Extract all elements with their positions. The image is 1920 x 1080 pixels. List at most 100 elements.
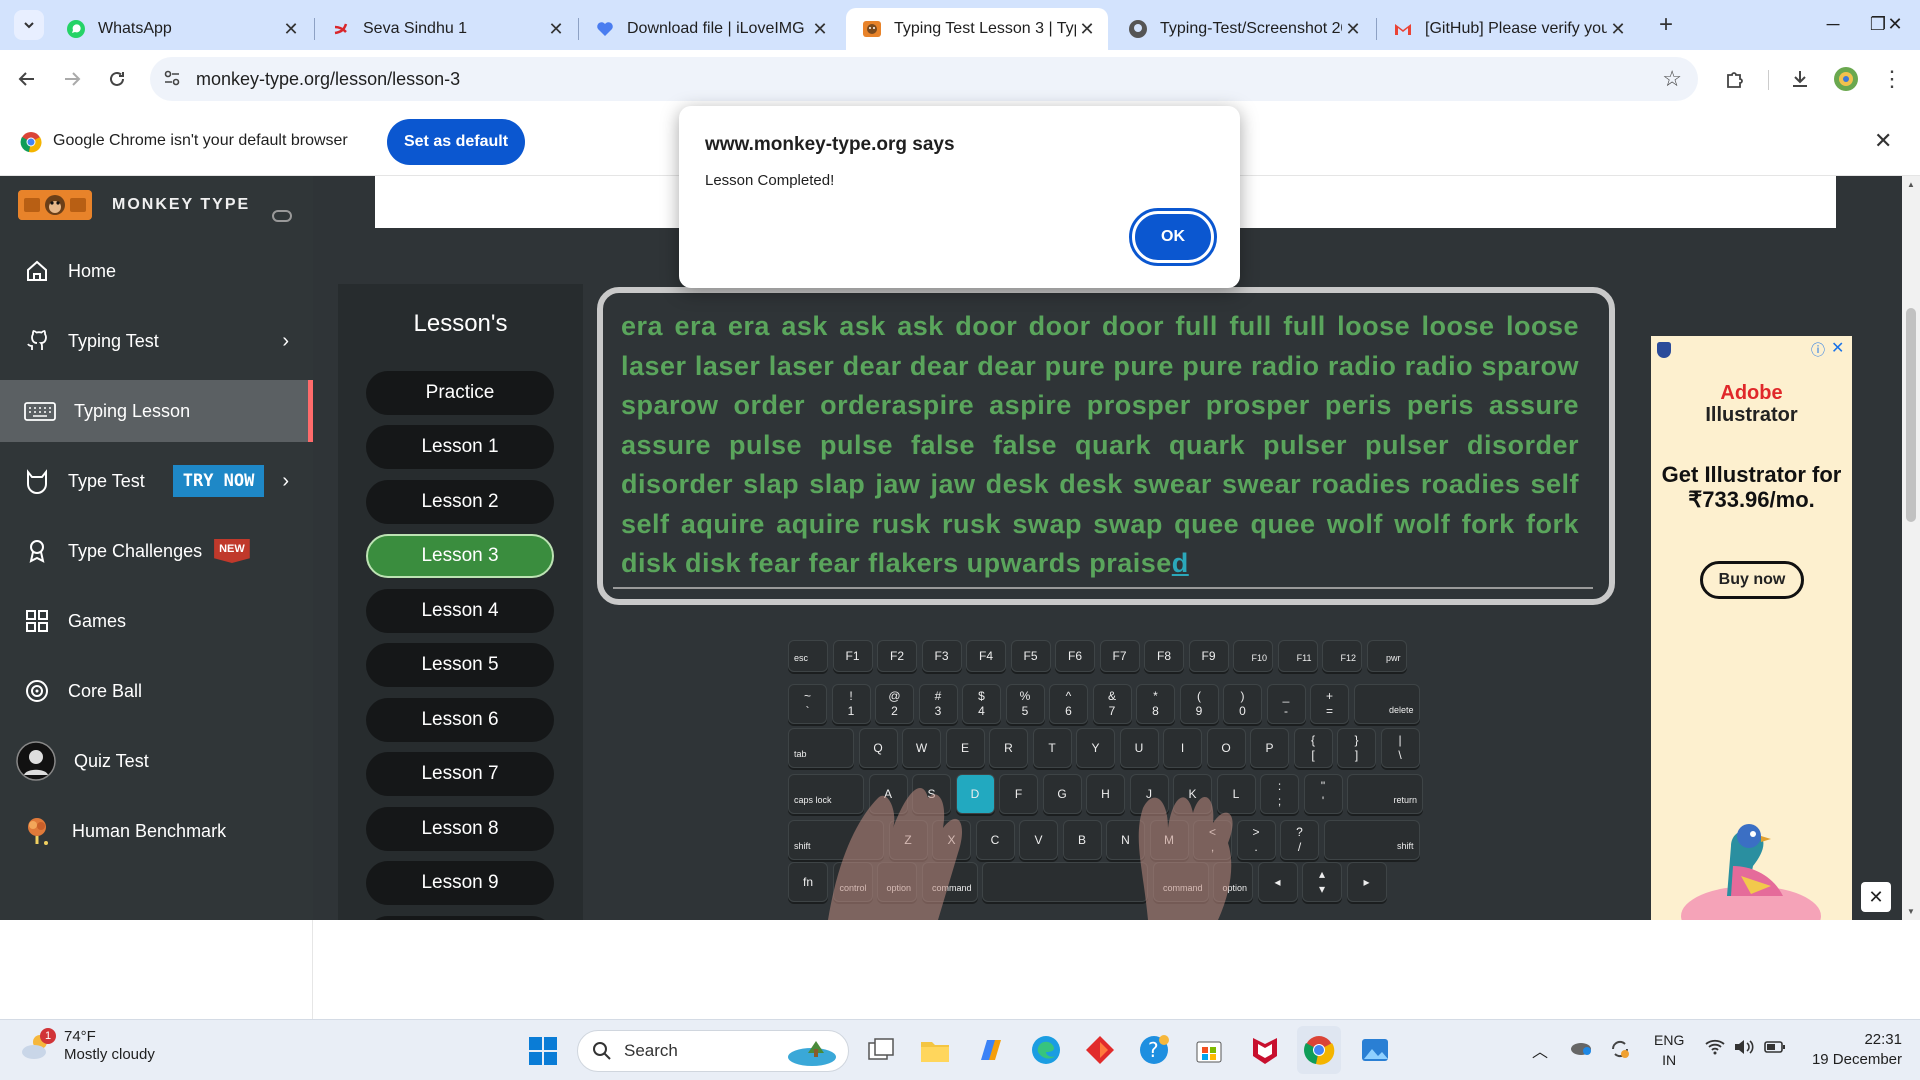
key-x-x[interactable]: > . bbox=[1236, 820, 1276, 860]
close-window-button[interactable]: ✕ bbox=[1870, 8, 1920, 40]
key-capsxlock[interactable]: caps lock bbox=[788, 774, 864, 814]
sidebar-item-quiz-test[interactable]: Quiz Test bbox=[0, 730, 313, 792]
key-x-x[interactable]: " ' bbox=[1303, 774, 1343, 814]
key-f[interactable]: F bbox=[999, 774, 1038, 814]
wifi-icon[interactable] bbox=[1704, 1038, 1726, 1056]
key-f8[interactable]: F8 bbox=[1144, 640, 1184, 672]
copilot-icon[interactable] bbox=[975, 1034, 1007, 1066]
key-u[interactable]: U bbox=[1119, 728, 1159, 768]
site-settings-icon[interactable] bbox=[162, 68, 182, 88]
sync-icon[interactable] bbox=[1609, 1038, 1631, 1060]
back-button[interactable] bbox=[10, 62, 44, 96]
key-w[interactable]: W bbox=[902, 728, 941, 768]
key-x-9[interactable]: ( 9 bbox=[1179, 684, 1219, 724]
key-x-4[interactable]: $ 4 bbox=[962, 684, 1001, 724]
key-c[interactable]: C bbox=[975, 820, 1015, 860]
key-f6[interactable]: F6 bbox=[1055, 640, 1095, 672]
task-view-icon[interactable] bbox=[865, 1034, 897, 1066]
key-x-6[interactable]: ^ 6 bbox=[1049, 684, 1088, 724]
key-y[interactable]: Y bbox=[1076, 728, 1115, 768]
key-shift[interactable]: shift bbox=[1323, 820, 1420, 860]
key-option[interactable]: option bbox=[877, 862, 917, 902]
key-b[interactable]: B bbox=[1062, 820, 1102, 860]
battery-icon[interactable] bbox=[1764, 1038, 1786, 1056]
key-i[interactable]: I bbox=[1163, 728, 1202, 768]
key-e[interactable]: E bbox=[945, 728, 985, 768]
edge-icon[interactable] bbox=[1030, 1034, 1062, 1066]
close-icon[interactable]: ✕ bbox=[1076, 18, 1098, 40]
key-z[interactable]: Z bbox=[888, 820, 928, 860]
sidebar-item-type-test[interactable]: Type Test TRY NOW › bbox=[0, 450, 313, 512]
key-f4[interactable]: F4 bbox=[966, 640, 1006, 672]
key-f11[interactable]: F11 bbox=[1277, 640, 1318, 672]
bookmark-star-icon[interactable]: ☆ bbox=[1662, 66, 1682, 92]
ok-button[interactable]: OK bbox=[1129, 208, 1217, 266]
volume-icon[interactable] bbox=[1733, 1038, 1755, 1056]
chrome-taskbar-icon[interactable] bbox=[1303, 1034, 1335, 1066]
key-d[interactable]: D bbox=[955, 774, 995, 814]
key-g[interactable]: G bbox=[1042, 774, 1082, 814]
key-l[interactable]: L bbox=[1216, 774, 1256, 814]
tab-search-button[interactable] bbox=[14, 10, 44, 40]
microsoft-store-icon[interactable] bbox=[1193, 1034, 1225, 1066]
key-x-2[interactable]: @ 2 bbox=[875, 684, 914, 724]
sidebar-item-typing-lesson[interactable]: Typing Lesson bbox=[0, 380, 313, 442]
onedrive-icon[interactable] bbox=[1570, 1038, 1592, 1056]
lesson-7-button[interactable]: Lesson 7 bbox=[366, 752, 554, 796]
key-h[interactable]: H bbox=[1086, 774, 1125, 814]
key-shift[interactable]: shift bbox=[788, 820, 884, 860]
language-indicator[interactable]: ENG IN bbox=[1654, 1030, 1684, 1070]
key-f5[interactable]: F5 bbox=[1010, 640, 1051, 672]
key-f2[interactable]: F2 bbox=[877, 640, 917, 672]
key-p[interactable]: P bbox=[1250, 728, 1289, 768]
scrollbar-thumb[interactable] bbox=[1906, 308, 1916, 522]
key-k[interactable]: K bbox=[1173, 774, 1212, 814]
lesson-8-button[interactable]: Lesson 8 bbox=[366, 807, 554, 851]
key-x-x[interactable]: { [ bbox=[1293, 728, 1333, 768]
key-return[interactable]: return bbox=[1347, 774, 1423, 814]
key-x-x[interactable]: } ] bbox=[1337, 728, 1376, 768]
lesson-2-button[interactable]: Lesson 2 bbox=[366, 480, 554, 524]
new-tab-button[interactable]: + bbox=[1652, 12, 1680, 40]
menu-kebab-icon[interactable]: ⋮ bbox=[1875, 62, 1909, 96]
photos-icon[interactable] bbox=[1359, 1034, 1391, 1066]
close-icon[interactable]: ✕ bbox=[280, 18, 302, 40]
key-x-5[interactable]: % 5 bbox=[1005, 684, 1045, 724]
sidebar-item-home[interactable]: Home bbox=[0, 240, 313, 302]
advertisement[interactable]: ⓘ ✕ Adobe Illustrator Get Illustrator fo… bbox=[1651, 336, 1852, 920]
tab-monkey-type[interactable]: Typing Test Lesson 3 | Typi ✕ bbox=[846, 8, 1108, 50]
windows-start-icon[interactable] bbox=[528, 1036, 558, 1066]
key-delete[interactable]: delete bbox=[1353, 684, 1420, 724]
key-x-x[interactable]: + = bbox=[1310, 684, 1349, 724]
key-f9[interactable]: F9 bbox=[1188, 640, 1229, 672]
set-as-default-button[interactable]: Set as default bbox=[387, 119, 525, 165]
key-v[interactable]: V bbox=[1019, 820, 1058, 860]
sidebar-item-type-challenges[interactable]: Type Challenges NEW bbox=[0, 520, 313, 582]
key-o[interactable]: O bbox=[1206, 728, 1246, 768]
key-x-x[interactable]: ▴ ▾ bbox=[1302, 862, 1342, 902]
key-option[interactable]: option bbox=[1213, 862, 1253, 902]
taskbar-search[interactable]: Search bbox=[577, 1030, 849, 1072]
key-x--[interactable]: _ - bbox=[1266, 684, 1306, 724]
key-f7[interactable]: F7 bbox=[1099, 640, 1140, 672]
sidebar-item-typing-test[interactable]: Typing Test › bbox=[0, 310, 313, 372]
minimize-button[interactable]: ─ bbox=[1810, 8, 1856, 40]
downloads-button[interactable] bbox=[1783, 62, 1817, 96]
close-icon[interactable]: ✕ bbox=[1342, 18, 1364, 40]
help-icon[interactable]: ? bbox=[1138, 1034, 1170, 1066]
lesson-3-button[interactable]: Lesson 3 bbox=[366, 534, 554, 578]
key-space[interactable] bbox=[982, 862, 1148, 902]
app-red-diamond-icon[interactable] bbox=[1084, 1034, 1116, 1066]
key-a[interactable]: A bbox=[868, 774, 908, 814]
key-x-8[interactable]: * 8 bbox=[1136, 684, 1175, 724]
key-esc[interactable]: esc bbox=[788, 640, 828, 672]
close-icon[interactable]: ✕ bbox=[1874, 128, 1892, 154]
typing-text-box[interactable]: era era era ask ask ask door door door f… bbox=[597, 287, 1615, 605]
tab-iloveimg[interactable]: Download file | iLoveIMG ✕ bbox=[579, 8, 841, 50]
key-x-0[interactable]: ) 0 bbox=[1223, 684, 1262, 724]
key-n[interactable]: N bbox=[1106, 820, 1145, 860]
key-s[interactable]: S bbox=[912, 774, 951, 814]
sidebar-item-human-benchmark[interactable]: Human Benchmark bbox=[0, 800, 313, 862]
key-j[interactable]: J bbox=[1129, 774, 1169, 814]
key-control[interactable]: control bbox=[832, 862, 873, 902]
